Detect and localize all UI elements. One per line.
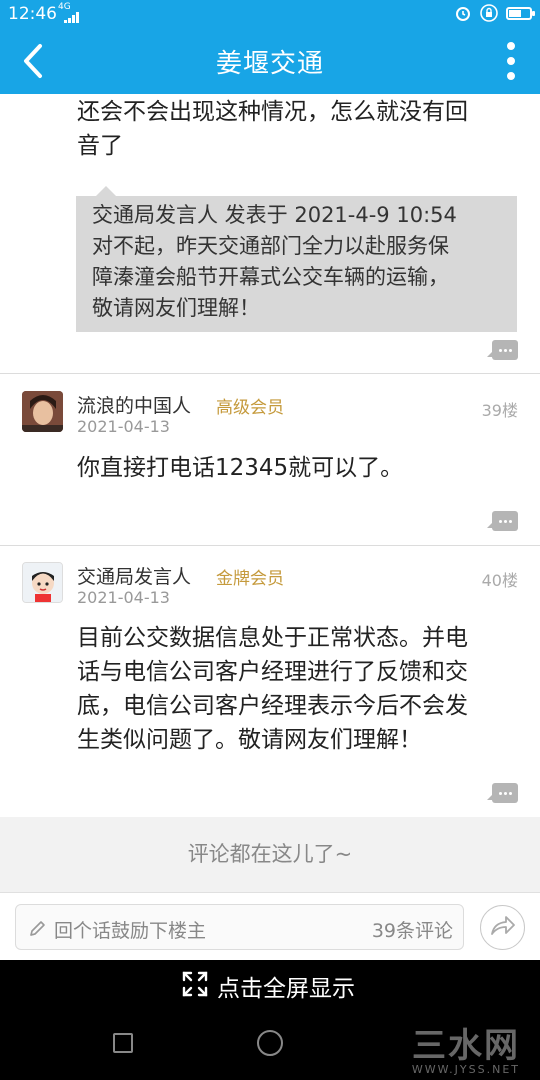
floor-number: 40楼 bbox=[481, 571, 518, 590]
quote-line: 对不起，昨天交通部门全力以赴服务保 bbox=[92, 234, 449, 258]
quoted-reply: 交通局发言人 发表于 2021-4-9 10:54 对不起，昨天交通部门全力以赴… bbox=[76, 196, 517, 332]
quote-arrow bbox=[96, 186, 116, 196]
reply-icon[interactable] bbox=[487, 340, 518, 360]
status-time: 12:46 bbox=[8, 4, 57, 24]
network-type: 4G bbox=[58, 2, 71, 12]
post-text-line: 底，电信公司客户经理表示今后不会发 bbox=[77, 693, 468, 719]
recents-button[interactable] bbox=[113, 1033, 133, 1053]
battery-icon bbox=[506, 6, 535, 20]
user-photo-icon bbox=[22, 391, 63, 432]
quote-line: 障溱潼会船节开幕式公交车辆的运输， bbox=[92, 265, 449, 289]
comment-count[interactable]: 39条评论 bbox=[372, 916, 453, 943]
header-bar: 姜堰交通 bbox=[0, 28, 540, 94]
member-badge: 高级会员 bbox=[216, 398, 284, 418]
fullscreen-bar[interactable]: 点击全屏显示 bbox=[0, 960, 540, 1008]
divider bbox=[0, 373, 540, 374]
post-text-line: 还会不会出现这种情况，怎么就没有回 bbox=[77, 99, 468, 125]
username[interactable]: 交通局发言人 bbox=[77, 562, 191, 589]
username[interactable]: 流浪的中国人 bbox=[77, 391, 191, 418]
divider bbox=[0, 545, 540, 546]
view-comments-link[interactable]: 评论都在这儿了~ bbox=[0, 817, 540, 892]
reply-icon[interactable] bbox=[487, 783, 518, 803]
post-text-line: 生类似问题了。敬请网友们理解！ bbox=[77, 727, 422, 753]
signal-icon bbox=[64, 12, 80, 23]
member-badge: 金牌会员 bbox=[216, 569, 284, 589]
watermark-text: 三水网 bbox=[412, 1026, 520, 1066]
comment-placeholder: 回个话鼓励下楼主 bbox=[54, 920, 207, 942]
alarm-icon bbox=[456, 7, 470, 21]
comment-bar: 回个话鼓励下楼主 39条评论 bbox=[0, 892, 540, 960]
avatar[interactable] bbox=[22, 562, 63, 603]
reply-icon[interactable] bbox=[487, 511, 518, 531]
cartoon-avatar-icon bbox=[23, 563, 62, 602]
fullscreen-label: 点击全屏显示 bbox=[217, 976, 355, 1002]
share-button[interactable] bbox=[480, 905, 525, 950]
post-text-line: 音了 bbox=[77, 133, 123, 159]
post-text-line: 话与电信公司客户经理进行了反馈和交 bbox=[77, 659, 468, 685]
post-date: 2021-04-13 bbox=[77, 588, 170, 607]
share-icon bbox=[491, 916, 515, 935]
floor-number: 39楼 bbox=[481, 401, 518, 420]
battery-level bbox=[509, 9, 521, 17]
home-button[interactable] bbox=[257, 1030, 283, 1056]
post-text-line: 目前公交数据信息处于正常状态。并电 bbox=[77, 625, 468, 651]
post-text-line: 你直接打电话12345就可以了。 bbox=[77, 455, 404, 481]
watermark-logo: 三水网 WWW.JYSS.NET bbox=[412, 1018, 520, 1076]
more-button[interactable] bbox=[504, 40, 518, 82]
quote-line: 敬请网友们理解！ bbox=[92, 296, 260, 320]
more-vertical-icon bbox=[507, 42, 515, 50]
pencil-icon bbox=[30, 921, 45, 936]
fullscreen-icon bbox=[182, 971, 208, 997]
avatar[interactable] bbox=[22, 391, 63, 432]
system-nav-bar: 三水网 WWW.JYSS.NET bbox=[0, 1008, 540, 1080]
lock-icon bbox=[480, 4, 498, 22]
watermark-url: WWW.JYSS.NET bbox=[411, 1063, 520, 1076]
quote-header: 交通局发言人 发表于 2021-4-9 10:54 bbox=[92, 203, 457, 227]
page-title: 姜堰交通 bbox=[215, 49, 324, 79]
post-date: 2021-04-13 bbox=[77, 417, 170, 436]
status-bar: 12:46 4G bbox=[0, 0, 540, 28]
comment-input[interactable]: 回个话鼓励下楼主 39条评论 bbox=[15, 904, 464, 950]
